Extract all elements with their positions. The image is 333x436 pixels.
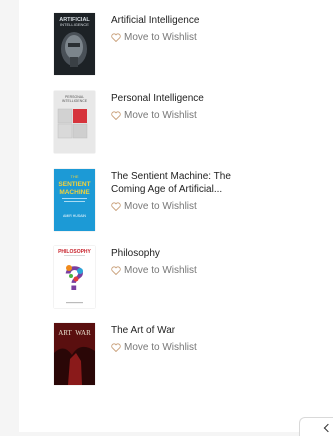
book-title[interactable]: The Art of War [111, 324, 271, 337]
move-to-wishlist-button[interactable]: Move to Wishlist [111, 32, 271, 43]
heart-icon [111, 266, 121, 275]
book-title[interactable]: Personal Intelligence [111, 92, 271, 105]
book-title[interactable]: Philosophy [111, 247, 271, 260]
move-to-wishlist-button[interactable]: Move to Wishlist [111, 110, 271, 121]
move-to-wishlist-label: Move to Wishlist [124, 110, 197, 121]
svg-text:PHILOSOPHY: PHILOSOPHY [58, 249, 91, 255]
move-to-wishlist-label: Move to Wishlist [124, 201, 197, 212]
heart-icon [111, 33, 121, 42]
move-to-wishlist-button[interactable]: Move to Wishlist [111, 265, 271, 276]
book-cover-personal-intelligence-icon[interactable]: PERSONAL INTELLIGENCE [54, 91, 95, 153]
svg-text:WAR: WAR [75, 329, 91, 337]
move-to-wishlist-button[interactable]: Move to Wishlist [111, 201, 271, 212]
svg-text:SENTIENT: SENTIENT [58, 181, 90, 188]
svg-text:INTELLIGENCE: INTELLIGENCE [62, 99, 88, 103]
book-cover-sentient-machine-icon[interactable]: THE SENTIENT MACHINE AMIR HUSAIN [54, 169, 95, 231]
move-to-wishlist-label: Move to Wishlist [124, 342, 197, 353]
heart-icon [111, 111, 121, 120]
book-title[interactable]: The Sentient Machine: The Coming Age of A… [111, 170, 271, 196]
svg-text:ART: ART [58, 329, 72, 337]
chevron-down-icon [323, 423, 333, 433]
book-title[interactable]: Artificial Intelligence [111, 14, 271, 27]
book-cover-philosophy-icon[interactable]: PHILOSOPHY ? [54, 246, 95, 308]
scroll-button[interactable] [299, 417, 333, 436]
heart-icon [111, 343, 121, 352]
svg-text:AMIR HUSAIN: AMIR HUSAIN [63, 214, 86, 218]
svg-text:MACHINE: MACHINE [59, 189, 90, 196]
svg-text:THE: THE [71, 174, 79, 179]
cart-panel: ARTIFICIAL INTELLIGENCE Artificial Intel… [19, 0, 333, 432]
move-to-wishlist-label: Move to Wishlist [124, 32, 197, 43]
book-cover-art-of-war-icon[interactable]: ART WAR [54, 323, 95, 385]
move-to-wishlist-button[interactable]: Move to Wishlist [111, 342, 271, 353]
svg-text:INTELLIGENCE: INTELLIGENCE [60, 22, 89, 27]
move-to-wishlist-label: Move to Wishlist [124, 265, 197, 276]
heart-icon [111, 202, 121, 211]
book-cover-artificial-intelligence-icon[interactable]: ARTIFICIAL INTELLIGENCE [54, 13, 95, 75]
